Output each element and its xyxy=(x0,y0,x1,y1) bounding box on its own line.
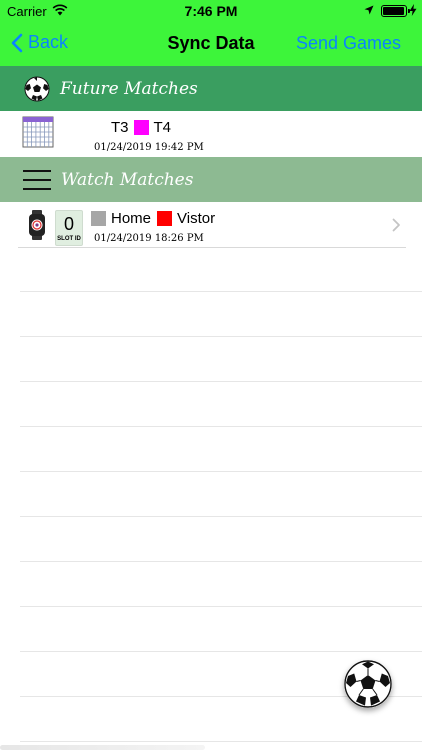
match-date: 01/24/2019 19:42 PM xyxy=(94,142,204,153)
soccer-ball-fab-button[interactable] xyxy=(344,660,392,708)
row-separator xyxy=(20,651,422,652)
future-match-row[interactable]: T3 T4 01/24/2019 19:42 PM xyxy=(0,111,422,157)
row-separator xyxy=(20,381,422,382)
row-separator xyxy=(20,336,422,337)
battery-icon xyxy=(381,5,410,17)
status-bar: Carrier 7:46 PM xyxy=(0,0,422,22)
watch-match-row[interactable]: 0 SLOT ID Home Vistor 01/24/2019 18:26 P… xyxy=(0,202,422,248)
team2-color-swatch xyxy=(157,211,173,226)
row-separator xyxy=(18,247,406,248)
row-separator xyxy=(20,606,422,607)
calendar-icon xyxy=(22,116,54,148)
watch-matches-title: Watch Matches xyxy=(61,169,194,190)
future-matches-title: Future Matches xyxy=(60,78,198,99)
row-separator xyxy=(20,741,422,742)
slot-number: 0 xyxy=(63,214,74,234)
team1-name: Home xyxy=(111,210,152,227)
navigation-bar: Back Sync Data Send Games xyxy=(0,22,422,66)
future-match-teams: T3 T4 xyxy=(111,119,171,136)
watch-matches-header: Watch Matches xyxy=(0,157,422,202)
row-separator xyxy=(20,516,422,517)
send-games-button[interactable]: Send Games xyxy=(296,33,401,54)
team1-color-swatch xyxy=(133,120,149,135)
row-separator xyxy=(20,561,422,562)
team1-name: T3 xyxy=(111,119,129,136)
chevron-right-icon xyxy=(392,218,400,232)
menu-icon xyxy=(23,169,51,190)
slot-label: SLOT ID xyxy=(57,236,81,242)
team1-color-swatch xyxy=(91,211,106,226)
charging-bolt-icon xyxy=(409,4,417,16)
watch-icon xyxy=(29,210,45,240)
future-matches-header: Future Matches xyxy=(0,66,422,111)
location-arrow-icon xyxy=(364,5,374,15)
team2-name: T4 xyxy=(153,119,172,136)
team2-name: Vistor xyxy=(177,210,216,227)
row-separator xyxy=(20,291,422,292)
home-indicator xyxy=(0,745,205,750)
row-separator xyxy=(20,426,422,427)
watch-match-teams: Home Vistor xyxy=(91,210,215,227)
row-separator xyxy=(20,471,422,472)
status-time: 7:46 PM xyxy=(184,3,238,19)
top-bar: Carrier 7:46 PM Back Sync Data Send Game… xyxy=(0,0,422,66)
match-date: 01/24/2019 18:26 PM xyxy=(94,233,204,244)
soccer-ball-icon xyxy=(24,76,50,101)
slot-id-badge: 0 SLOT ID xyxy=(55,210,83,246)
